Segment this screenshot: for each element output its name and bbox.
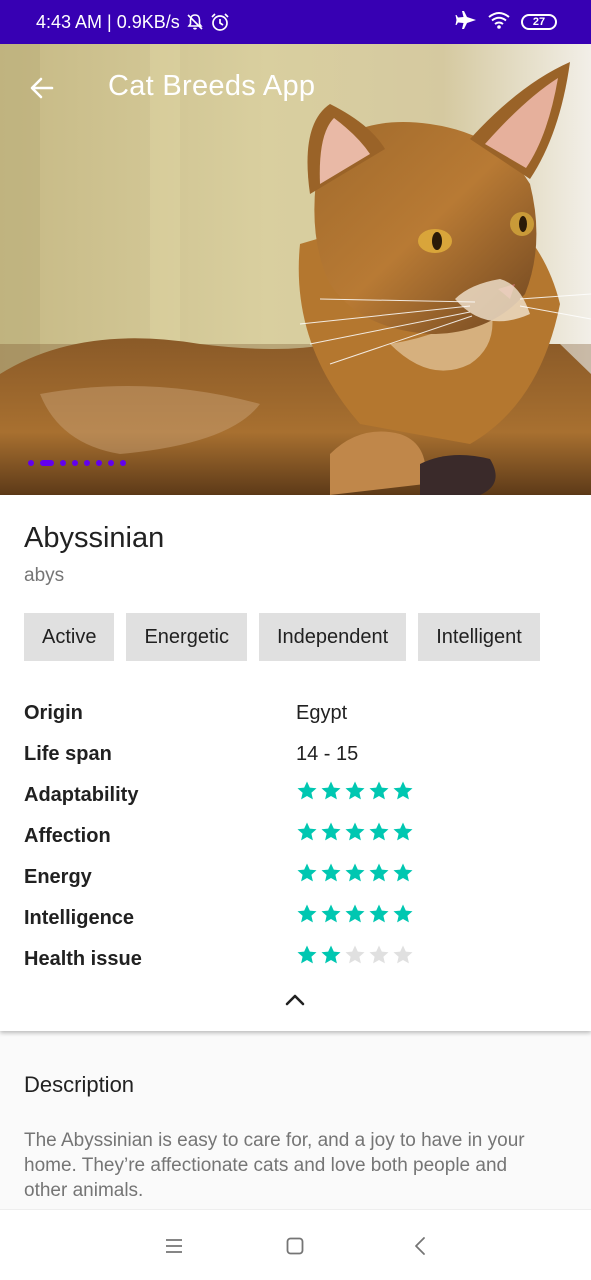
star-filled-icon [320,862,342,889]
star-filled-icon [368,780,390,807]
screen: 4:43 AM | 0.9KB/s 27 Cat Breeds App Abys… [0,0,591,1280]
carousel-dot[interactable] [120,460,126,466]
star-filled-icon [392,903,414,930]
star-filled-icon [320,780,342,807]
star-filled-icon [296,862,318,889]
attr-value: 14 - 15 [296,743,359,765]
temperament-chips: Active Energetic Independent Intelligent [24,613,567,661]
battery-icon: 27 [521,14,557,30]
star-filled-icon [368,821,390,848]
temperament-chip[interactable]: Active [24,613,115,661]
star-filled-icon [344,821,366,848]
star-filled-icon [392,821,414,848]
attr-row-health-issues: Health issue [24,944,544,985]
star-rating [296,821,414,848]
app-title: Cat Breeds App [108,70,316,102]
arrow-back-icon[interactable] [26,72,58,104]
breed-name: Abyssinian [24,522,165,554]
temperament-chip[interactable]: Independent [258,613,407,661]
alarm-icon [210,12,230,32]
attr-value: Egypt [296,702,348,724]
wifi-icon [487,10,511,35]
star-filled-icon [344,780,366,807]
carousel-dot[interactable] [84,460,90,466]
star-empty-icon [392,944,414,971]
star-empty-icon [368,944,390,971]
star-filled-icon [392,862,414,889]
star-filled-icon [296,944,318,971]
temperament-chip[interactable]: Energetic [126,613,247,661]
attr-label: Intelligence [24,907,135,929]
home-square-icon[interactable] [281,1232,309,1260]
star-filled-icon [320,821,342,848]
status-time-speed: 4:43 AM | 0.9KB/s [36,11,180,32]
attr-row-origin: Origin Egypt [24,698,544,739]
attr-label: Energy [24,866,92,888]
star-empty-icon [344,944,366,971]
carousel-dot[interactable] [28,460,34,466]
star-rating [296,862,414,889]
star-filled-icon [368,862,390,889]
attributes-list: Origin Egypt Life span 14 - 15 Adaptabil… [24,698,544,985]
star-filled-icon [296,903,318,930]
carousel-indicator[interactable] [28,460,126,466]
carousel-dot[interactable] [108,460,114,466]
attr-row-affection: Affection [24,821,544,862]
mute-bell-icon [186,13,204,31]
star-filled-icon [392,780,414,807]
airplane-icon [455,10,477,35]
collapse-chevron-up-icon[interactable] [283,992,307,1008]
back-chevron-icon[interactable] [406,1232,434,1260]
carousel-dot-active[interactable] [40,460,54,466]
star-filled-icon [320,944,342,971]
attr-label: Affection [24,825,111,847]
breed-details-card: Abyssinian abys Active Energetic Indepen… [0,495,591,1031]
carousel-dot[interactable] [96,460,102,466]
temperament-chip[interactable]: Intelligent [418,613,540,661]
star-filled-icon [320,903,342,930]
star-rating [296,944,414,971]
carousel-dot[interactable] [72,460,78,466]
attr-label: Health issue [24,948,142,970]
status-left: 4:43 AM | 0.9KB/s [36,0,230,44]
attr-label: Origin [24,702,83,724]
breed-id: abys [24,565,65,586]
star-filled-icon [368,903,390,930]
star-filled-icon [344,862,366,889]
star-rating [296,780,414,807]
attr-label: Life span [24,743,112,765]
attr-row-life-span: Life span 14 - 15 [24,739,544,780]
menu-icon[interactable] [160,1232,188,1260]
star-filled-icon [296,780,318,807]
status-bar: 4:43 AM | 0.9KB/s 27 [0,0,591,44]
attr-row-energy: Energy [24,862,544,903]
app-bar: Cat Breeds App [0,44,591,132]
description-text: The Abyssinian is easy to care for, and … [24,1130,525,1201]
carousel-dot[interactable] [60,460,66,466]
star-filled-icon [344,903,366,930]
status-right: 27 [455,0,557,44]
attr-row-intelligence: Intelligence [24,903,544,944]
description-title: Description [24,1072,135,1097]
system-nav-bar [0,1209,591,1280]
attr-label: Adaptability [24,784,139,806]
star-rating [296,903,414,930]
attr-row-adaptability: Adaptability [24,780,544,821]
star-filled-icon [296,821,318,848]
